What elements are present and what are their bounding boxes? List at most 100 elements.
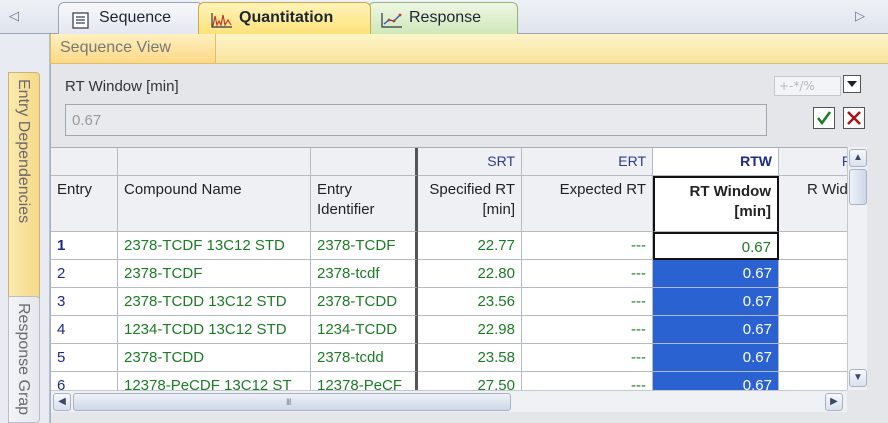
cell-entry[interactable]: 5 [51, 344, 118, 372]
column-header-rt-window[interactable]: RT Window [min] [653, 176, 779, 232]
cell-rt-window[interactable]: 0.67 [653, 260, 779, 288]
cell-entry-identifier[interactable]: 2378-TCDF [311, 232, 418, 260]
cell-expected-rt[interactable]: --- [522, 344, 653, 372]
table-row[interactable]: 6 12378-PeCDF 13C12 ST 12378-PeCF 27.50 … [51, 372, 847, 390]
cell-compound-name[interactable]: 2378-TCDD [118, 344, 311, 372]
column-header-entry[interactable]: Entry [51, 176, 118, 232]
value-input[interactable] [65, 104, 767, 136]
column-header-specified-rt[interactable]: Specified RT [min] [418, 176, 522, 232]
column-header-rt-width[interactable]: R Widt [779, 176, 847, 232]
tab-quantitation-label: Quantitation [239, 9, 334, 26]
cell-entry[interactable]: 2 [51, 260, 118, 288]
tab-quantitation[interactable]: Quantitation [198, 2, 371, 34]
cell-entry[interactable]: 4 [51, 316, 118, 344]
tab-scroll-left-icon[interactable]: ◁ [6, 6, 22, 26]
cell-specified-rt[interactable]: 22.80 [418, 260, 522, 288]
table-row[interactable]: 1 2378-TCDF 13C12 STD 2378-TCDF 22.77 --… [51, 232, 847, 260]
side-tab-response-graph-label: Response Grap [15, 303, 32, 416]
cell-compound-name[interactable]: 2378-TCDD 13C12 STD [118, 288, 311, 316]
group-header-rw: R [779, 148, 847, 176]
table-row[interactable]: 2 2378-TCDF 2378-tcdf 22.80 --- 0.67 [51, 260, 847, 288]
cell-rt-width[interactable] [779, 260, 847, 288]
group-header-ident [311, 148, 418, 176]
group-header-ert: ERT [522, 148, 653, 176]
scrollbar-corner [847, 390, 867, 412]
chevron-left-icon: ◀ [58, 396, 66, 407]
cell-rt-width[interactable] [779, 288, 847, 316]
cell-rt-window[interactable]: 0.67 [653, 316, 779, 344]
cell-entry-identifier[interactable]: 2378-tcdd [311, 344, 418, 372]
grid-horizontal-scrollbar[interactable]: ◀ III ▶ [51, 390, 847, 412]
cell-compound-name[interactable]: 1234-TCDD 13C12 STD [118, 316, 311, 344]
cell-entry[interactable]: 3 [51, 288, 118, 316]
column-header-compound-name[interactable]: Compound Name [118, 176, 311, 232]
tab-scroll-right-icon[interactable]: ▷ [852, 6, 868, 26]
cell-entry-identifier[interactable]: 1234-TCDD [311, 316, 418, 344]
scroll-up-button[interactable]: ▲ [849, 149, 867, 167]
cell-expected-rt[interactable]: --- [522, 232, 653, 260]
field-label: RT Window [min] [65, 78, 179, 95]
cell-expected-rt[interactable]: --- [522, 372, 653, 390]
cell-specified-rt[interactable]: 23.58 [418, 344, 522, 372]
cell-rt-width[interactable] [779, 372, 847, 390]
view-tab-strip: Sequence View [50, 34, 888, 64]
cross-icon [847, 111, 861, 125]
cell-rt-width[interactable] [779, 232, 847, 260]
cell-entry[interactable]: 1 [51, 232, 118, 260]
cell-entry-identifier[interactable]: 12378-PeCF [311, 372, 418, 390]
horizontal-scroll-thumb[interactable]: III [73, 393, 511, 411]
chromatogram-icon [211, 10, 232, 28]
chevron-up-icon: ▲ [853, 152, 863, 163]
table-row[interactable]: 5 2378-TCDD 2378-tcdd 23.58 --- 0.67 [51, 344, 847, 372]
group-header-rtw: RTW [653, 148, 779, 176]
scroll-left-button[interactable]: ◀ [53, 393, 71, 411]
cell-specified-rt[interactable]: 27.50 [418, 372, 522, 390]
scroll-right-button[interactable]: ▶ [825, 393, 843, 411]
cell-compound-name[interactable]: 12378-PeCDF 13C12 ST [118, 372, 311, 390]
cell-rt-width[interactable] [779, 316, 847, 344]
vertical-scroll-thumb[interactable] [849, 169, 867, 205]
cell-rt-window[interactable]: 0.67 [653, 232, 779, 260]
chevron-down-icon: ▼ [853, 372, 863, 383]
cell-specified-rt[interactable]: 22.77 [418, 232, 522, 260]
tab-sequence-view[interactable]: Sequence View [50, 34, 216, 64]
chevron-right-icon: ▶ [830, 396, 838, 407]
cell-specified-rt[interactable]: 23.56 [418, 288, 522, 316]
cell-rt-window[interactable]: 0.67 [653, 344, 779, 372]
table-row[interactable]: 3 2378-TCDD 13C12 STD 2378-TCDD 23.56 --… [51, 288, 847, 316]
cell-compound-name[interactable]: 2378-TCDF [118, 260, 311, 288]
grid-header-row: Entry Compound Name Entry Identifier Spe… [51, 176, 847, 232]
group-header-entry [51, 148, 118, 176]
cell-specified-rt[interactable]: 22.98 [418, 316, 522, 344]
cell-compound-name[interactable]: 2378-TCDF 13C12 STD [118, 232, 311, 260]
column-header-expected-rt[interactable]: Expected RT [522, 176, 653, 232]
entries-grid: SRT ERT RTW R Entry Compound Name Entry … [51, 147, 847, 390]
tab-sequence[interactable]: Sequence [58, 2, 203, 34]
side-tab-entry-dependencies[interactable]: Entry Dependencies [8, 72, 40, 308]
chevron-down-icon[interactable] [843, 75, 861, 93]
checkmark-icon [816, 111, 832, 126]
grid-vertical-scrollbar[interactable]: ▲ ▼ [847, 147, 867, 390]
cell-expected-rt[interactable]: --- [522, 316, 653, 344]
column-header-entry-identifier[interactable]: Entry Identifier [311, 176, 418, 232]
side-tab-entry-dependencies-label: Entry Dependencies [15, 79, 32, 224]
cell-entry[interactable]: 6 [51, 372, 118, 390]
cell-entry-identifier[interactable]: 2378-TCDD [311, 288, 418, 316]
document-tab-strip: ◁ Sequence Response Quantitation ▷ [0, 0, 888, 34]
cell-entry-identifier[interactable]: 2378-tcdf [311, 260, 418, 288]
tab-response-label: Response [409, 9, 482, 26]
confirm-button[interactable] [813, 107, 835, 129]
tab-response[interactable]: Response [368, 2, 518, 34]
side-tab-response-graph[interactable]: Response Grap [8, 296, 40, 423]
cell-expected-rt[interactable]: --- [522, 288, 653, 316]
cell-rt-window[interactable]: 0.67 [653, 288, 779, 316]
side-tab-panel: Entry Dependencies Response Grap [0, 34, 50, 423]
main-content: RT Window [min] +-*/% SRT ERT RTW R Entr… [50, 64, 888, 423]
cell-rt-width[interactable] [779, 344, 847, 372]
table-row[interactable]: 4 1234-TCDD 13C12 STD 1234-TCDD 22.98 --… [51, 316, 847, 344]
cancel-button[interactable] [843, 107, 865, 129]
scroll-down-button[interactable]: ▼ [849, 369, 867, 387]
operator-selector[interactable]: +-*/% [774, 76, 841, 96]
cell-expected-rt[interactable]: --- [522, 260, 653, 288]
cell-rt-window[interactable]: 0.67 [653, 372, 779, 390]
